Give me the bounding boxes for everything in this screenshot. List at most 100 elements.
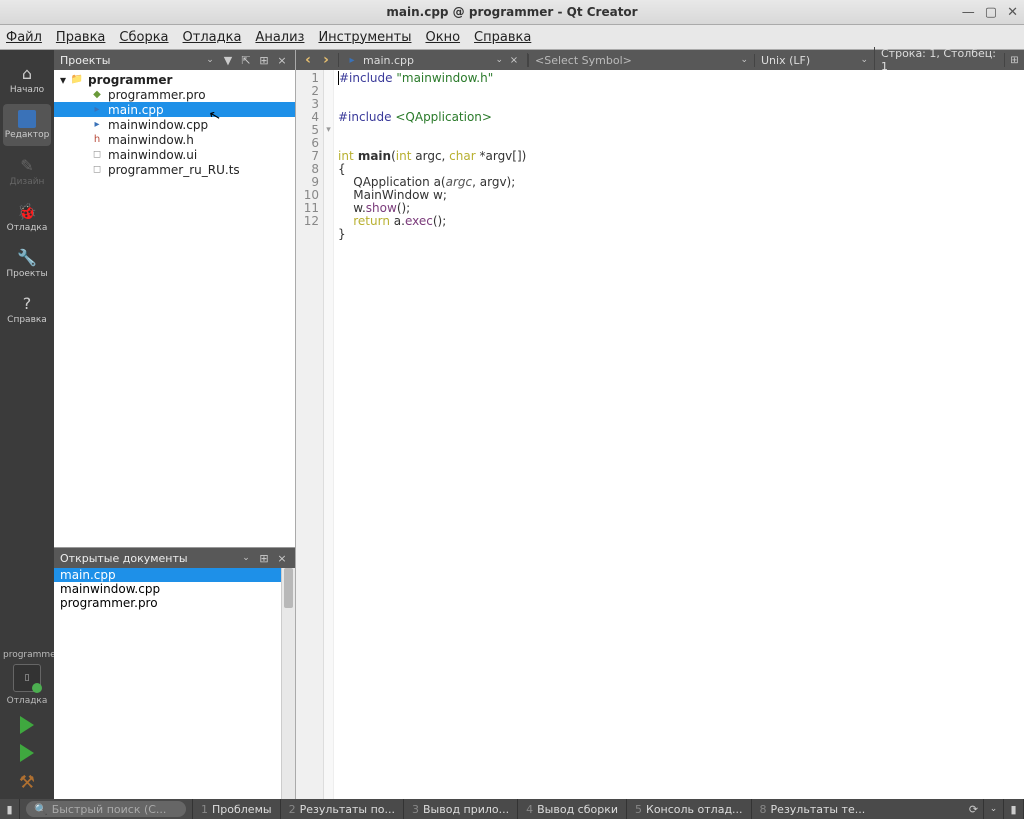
status-item[interactable]: 4 Вывод сборки (517, 799, 626, 819)
split-icon[interactable]: ⊞ (257, 551, 271, 565)
progress-icon[interactable]: ⟳ (964, 799, 984, 819)
open-docs-title: Открытые документы (60, 552, 239, 565)
panel-close-icon[interactable]: × (275, 53, 289, 67)
toggle-right-sidebar-icon[interactable]: ▮ (1004, 799, 1024, 819)
folder-icon: 📁 (70, 74, 84, 86)
fold-gutter[interactable]: ▾ (324, 70, 334, 799)
status-item-label: Вывод прило... (423, 803, 509, 816)
menu-file[interactable]: Файл (6, 30, 42, 45)
menubar: Файл Правка Сборка Отладка Анализ Инстру… (0, 25, 1024, 50)
panel-close-icon[interactable]: × (275, 551, 289, 565)
mode-welcome[interactable]: ⌂ Начало (3, 58, 51, 100)
run-button[interactable] (20, 716, 34, 734)
link-icon[interactable]: ⇱ (239, 53, 253, 67)
scrollbar[interactable] (281, 568, 295, 799)
kit-selector[interactable]: programmer ▯ Отладка (3, 646, 51, 710)
window-titlebar: main.cpp @ programmer - Qt Creator — ▢ ✕ (0, 0, 1024, 25)
tree-item[interactable]: ◆programmer.pro (54, 87, 295, 102)
kit-mode: Отладка (3, 696, 51, 706)
tree-item-label: mainwindow.ui (108, 148, 197, 162)
status-bar: ▮ 🔍 Быстрый поиск (C... 1Проблемы2Резуль… (0, 799, 1024, 819)
file-selector[interactable]: ▸ main.cpp ⌄ × (338, 53, 528, 67)
open-docs-header: Открытые документы ⌄ ⊞ × (54, 548, 295, 568)
design-icon: ✎ (17, 155, 37, 175)
tree-item[interactable]: hmainwindow.h (54, 132, 295, 147)
chevron-down-icon[interactable]: ⌄ (203, 53, 217, 67)
fold-marker-icon[interactable]: ▾ (324, 124, 333, 137)
file-ts-icon: ◻ (90, 164, 104, 176)
tree-item[interactable]: ◻programmer_ru_RU.ts (54, 162, 295, 177)
symbol-selector[interactable]: <Select Symbol> ⌄ (528, 54, 754, 67)
mode-debug[interactable]: 🐞 Отладка (3, 196, 51, 238)
editor-area: ‹ › ▸ main.cpp ⌄ × <Select Symbol> ⌄ Uni… (296, 50, 1024, 799)
debug-run-button[interactable] (20, 744, 34, 762)
mode-design[interactable]: ✎ Дизайн (3, 150, 51, 192)
expand-icon[interactable]: ▾ (60, 73, 66, 87)
mode-help[interactable]: ? Справка (3, 288, 51, 330)
status-item[interactable]: 2Результаты по... (280, 799, 403, 819)
chevron-down-icon[interactable]: ⌄ (239, 551, 253, 565)
split-editor-icon[interactable]: ⊞ (1004, 53, 1024, 67)
menu-tools[interactable]: Инструменты (318, 30, 411, 45)
status-item[interactable]: 1Проблемы (192, 799, 280, 819)
status-item[interactable]: 8Результаты те... (751, 799, 874, 819)
menu-debug[interactable]: Отладка (183, 30, 242, 45)
tree-item[interactable]: ▸ main.cpp (54, 102, 295, 117)
mode-edit[interactable]: Редактор (3, 104, 51, 146)
open-docs-list[interactable]: main.cppmainwindow.cppprogrammer.pro (54, 568, 295, 799)
search-placeholder: Быстрый поиск (C... (52, 803, 167, 816)
tree-item[interactable]: ▸ mainwindow.cpp (54, 117, 295, 132)
status-item-number: 3 (412, 803, 419, 816)
minimize-icon[interactable]: — (962, 5, 975, 20)
open-doc-item[interactable]: mainwindow.cpp (54, 582, 295, 596)
code-content[interactable]: #include "mainwindow.h" #include <QAppli… (334, 70, 1024, 799)
nav-back-button[interactable]: ‹ (300, 52, 316, 68)
chevron-down-icon[interactable]: ⌄ (495, 55, 503, 65)
code-editor[interactable]: 123456789101112 ▾ #include "mainwindow.h… (296, 70, 1024, 799)
project-tree[interactable]: ▾ 📁 programmer ◆programmer.pro▸main.cpp▸… (54, 70, 295, 547)
status-item-label: Результаты по... (300, 803, 395, 816)
open-doc-item[interactable]: programmer.pro (54, 596, 295, 610)
toggle-sidebar-icon[interactable]: ▮ (0, 799, 20, 819)
quick-search-input[interactable]: 🔍 Быстрый поиск (C... (26, 801, 186, 817)
chevron-down-icon[interactable]: ⌄ (984, 799, 1004, 819)
status-item-label: Консоль отлад... (646, 803, 743, 816)
maximize-icon[interactable]: ▢ (985, 5, 997, 20)
open-documents-panel: Открытые документы ⌄ ⊞ × main.cppmainwin… (54, 547, 295, 799)
menu-help[interactable]: Справка (474, 30, 531, 45)
status-item-number: 4 (526, 803, 533, 816)
wrench-icon: 🔧 (17, 247, 37, 267)
file-cpp-icon: ▸ (90, 119, 104, 131)
status-item-label: Проблемы (212, 803, 272, 816)
filter-icon[interactable]: ▼ (221, 53, 235, 67)
editor-toolbar: ‹ › ▸ main.cpp ⌄ × <Select Symbol> ⌄ Uni… (296, 50, 1024, 70)
tree-root[interactable]: ▾ 📁 programmer (54, 72, 295, 87)
side-panel: Проекты ⌄ ▼ ⇱ ⊞ × ▾ 📁 programmer ◆progra… (54, 50, 296, 799)
window-title: main.cpp @ programmer - Qt Creator (0, 5, 1024, 19)
scrollbar-thumb[interactable] (284, 568, 293, 608)
status-item[interactable]: 3 Вывод прило... (403, 799, 517, 819)
menu-edit[interactable]: Правка (56, 30, 105, 45)
search-icon: 🔍 (34, 803, 48, 816)
close-file-icon[interactable]: × (507, 53, 521, 67)
menu-window[interactable]: Окно (425, 30, 460, 45)
tree-item-label: mainwindow.cpp (108, 118, 208, 132)
status-item-number: 8 (760, 803, 767, 816)
menu-analyze[interactable]: Анализ (255, 30, 304, 45)
nav-forward-button[interactable]: › (318, 52, 334, 68)
mode-projects[interactable]: 🔧 Проекты (3, 242, 51, 284)
tree-item-label: main.cpp (108, 103, 164, 117)
file-cpp-icon: ▸ (90, 104, 104, 116)
tree-item[interactable]: ◻mainwindow.ui (54, 147, 295, 162)
build-button[interactable]: ⚒ (19, 772, 35, 793)
close-icon[interactable]: ✕ (1007, 5, 1018, 20)
help-icon: ? (17, 293, 37, 313)
split-icon[interactable]: ⊞ (257, 53, 271, 67)
tree-item-label: mainwindow.h (108, 133, 194, 147)
status-item[interactable]: 5Консоль отлад... (626, 799, 751, 819)
chevron-down-icon: ⌄ (860, 55, 868, 65)
status-item-label: Вывод сборки (537, 803, 618, 816)
menu-build[interactable]: Сборка (119, 30, 168, 45)
encoding-selector[interactable]: Unix (LF) ⌄ (754, 54, 874, 67)
open-doc-item[interactable]: main.cpp (54, 568, 295, 582)
